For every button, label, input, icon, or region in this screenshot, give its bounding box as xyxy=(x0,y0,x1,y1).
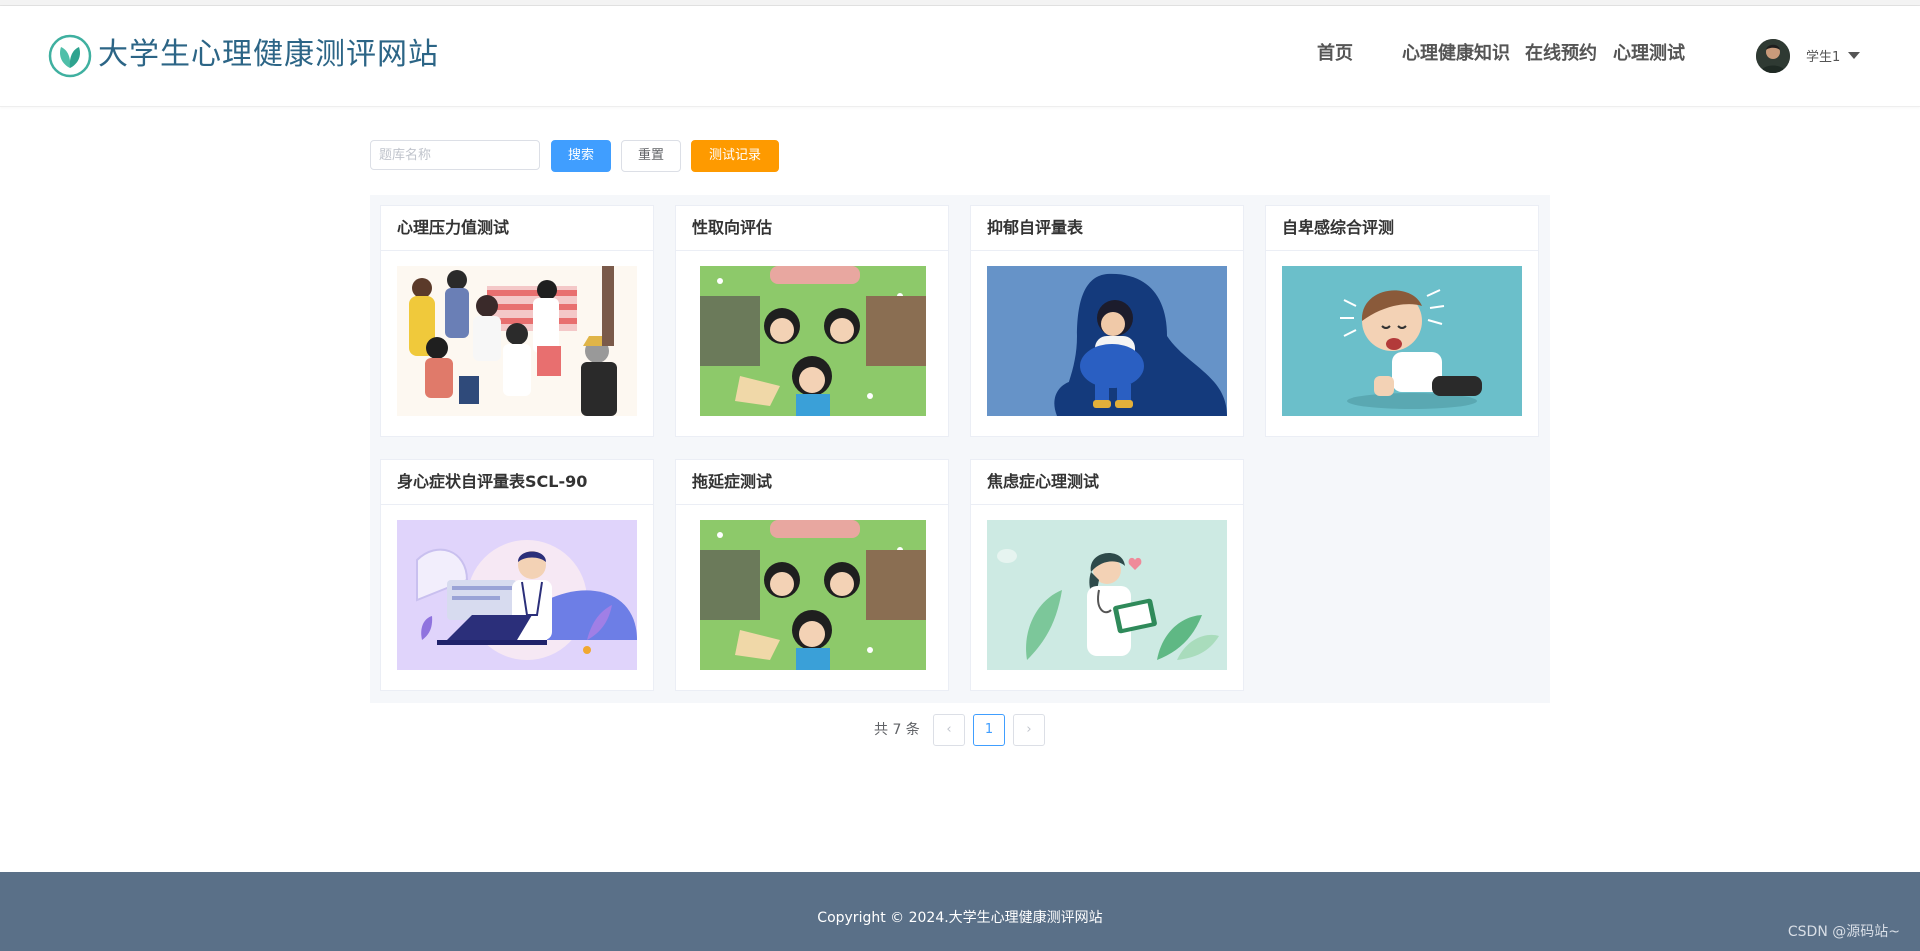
nav-mental-health-knowledge[interactable]: 心理健康知识 xyxy=(1402,42,1510,66)
crying-boy-illustration-icon[interactable] xyxy=(1282,266,1522,416)
prev-page-button[interactable]: ‹ xyxy=(933,714,965,746)
next-page-button[interactable]: › xyxy=(1013,714,1045,746)
card-divider xyxy=(971,250,1243,251)
card-title[interactable]: 自卑感综合评测 xyxy=(1282,218,1394,238)
card-divider xyxy=(1266,250,1538,251)
lying-people-illustration-icon[interactable] xyxy=(700,520,926,670)
test-card[interactable]: 心理压力值测试 xyxy=(380,205,654,437)
search-input[interactable] xyxy=(370,140,540,170)
nav-psych-test[interactable]: 心理测试 xyxy=(1613,42,1685,66)
nav-online-appointment[interactable]: 在线预约 xyxy=(1525,42,1597,66)
sad-person-illustration-icon[interactable] xyxy=(987,266,1227,416)
test-card[interactable]: 焦虑症心理测试 xyxy=(970,459,1244,691)
leaf-logo-icon[interactable] xyxy=(48,34,92,78)
card-divider xyxy=(676,504,948,505)
doctor-laptop-illustration-icon[interactable] xyxy=(397,520,637,670)
avatar[interactable] xyxy=(1756,39,1790,73)
user-name[interactable]: 学生1 xyxy=(1806,48,1840,68)
site-title[interactable]: 大学生心理健康测评网站 xyxy=(98,34,439,76)
test-card[interactable]: 抑郁自评量表 xyxy=(970,205,1244,437)
site-footer: Copyright © 2024.大学生心理健康测评网站 CSDN @源码站~ xyxy=(0,872,1920,951)
card-divider xyxy=(971,504,1243,505)
card-title[interactable]: 抑郁自评量表 xyxy=(987,218,1083,238)
pagination-total: 共 7 条 xyxy=(874,722,920,738)
lying-people-illustration-icon[interactable] xyxy=(700,266,926,416)
card-title[interactable]: 性取向评估 xyxy=(692,218,772,238)
card-divider xyxy=(381,250,653,251)
chevron-down-icon[interactable] xyxy=(1848,52,1860,59)
test-card[interactable]: 身心症状自评量表SCL-90 xyxy=(380,459,654,691)
crowd-illustration-icon[interactable] xyxy=(397,266,637,416)
card-title[interactable]: 焦虑症心理测试 xyxy=(987,472,1099,492)
nurse-illustration-icon[interactable] xyxy=(987,520,1227,670)
test-card-grid: 心理压力值测试 性取向评估 抑郁自评量表 自卑感综合评测 身心症状自评量表SCL… xyxy=(370,195,1550,703)
card-title[interactable]: 拖延症测试 xyxy=(692,472,772,492)
test-card[interactable]: 自卑感综合评测 xyxy=(1265,205,1539,437)
card-title[interactable]: 身心症状自评量表SCL-90 xyxy=(397,472,587,492)
copyright-text: Copyright © 2024.大学生心理健康测评网站 xyxy=(817,910,1103,926)
search-button[interactable]: 搜索 xyxy=(551,140,611,172)
watermark-text: CSDN @源码站~ xyxy=(1787,924,1900,940)
card-divider xyxy=(676,250,948,251)
test-record-button[interactable]: 测试记录 xyxy=(691,140,779,172)
test-card[interactable]: 性取向评估 xyxy=(675,205,949,437)
nav-home[interactable]: 首页 xyxy=(1317,42,1353,66)
page-1-button[interactable]: 1 xyxy=(973,714,1005,746)
test-card[interactable]: 拖延症测试 xyxy=(675,459,949,691)
card-title[interactable]: 心理压力值测试 xyxy=(397,218,509,238)
card-divider xyxy=(381,504,653,505)
site-header: 大学生心理健康测评网站 首页 心理健康知识 在线预约 心理测试 学生1 xyxy=(0,6,1920,107)
reset-button[interactable]: 重置 xyxy=(621,140,681,172)
